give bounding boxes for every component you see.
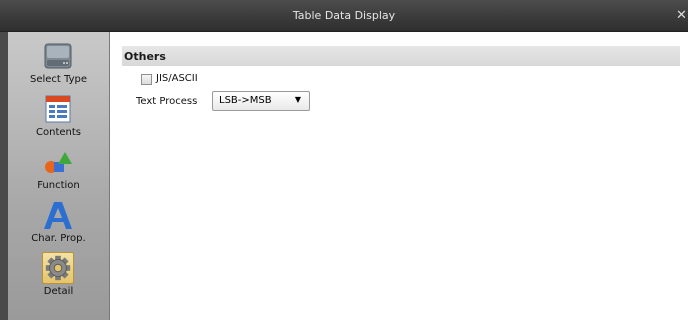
jis-ascii-checkbox[interactable]: [141, 74, 152, 85]
contents-icon: [45, 95, 71, 123]
sidebar: Select Type Contents Function Char. Prop…: [8, 32, 110, 320]
sidebar-item-detail[interactable]: Detail: [8, 252, 109, 302]
sidebar-item-char-prop[interactable]: Char. Prop.: [8, 199, 109, 249]
sidebar-item-label: Detail: [43, 286, 74, 297]
gear-icon: [45, 255, 71, 281]
section-title: Others: [122, 46, 680, 66]
sidebar-item-label: Contents: [36, 127, 81, 138]
text-process-dropdown[interactable]: LSB->MSB ▼: [212, 91, 310, 111]
letter-a-icon: [44, 202, 72, 229]
detail-icon-frame: [42, 252, 74, 284]
sidebar-item-contents[interactable]: Contents: [8, 93, 109, 143]
close-button[interactable]: ✕: [676, 0, 688, 31]
sidebar-item-label: Char. Prop.: [31, 233, 86, 244]
text-process-value: LSB->MSB: [219, 95, 272, 106]
window-frame-left: [0, 32, 8, 320]
jis-ascii-label: JIS/ASCII: [156, 73, 198, 84]
sidebar-item-label: Select Type: [30, 74, 87, 85]
main-panel: Others JIS/ASCII Text Process LSB->MSB ▼: [110, 32, 688, 320]
text-process-label: Text Process: [136, 96, 198, 107]
sidebar-item-function[interactable]: Function: [8, 146, 109, 196]
chevron-down-icon: ▼: [294, 95, 301, 104]
shapes-icon: [45, 152, 72, 173]
title-bar: Table Data Display ✕: [0, 0, 688, 32]
sidebar-item-label: Function: [37, 180, 80, 191]
sidebar-item-select-type[interactable]: Select Type: [8, 40, 109, 90]
window-title: Table Data Display: [292, 9, 396, 22]
drive-icon: [44, 43, 72, 69]
